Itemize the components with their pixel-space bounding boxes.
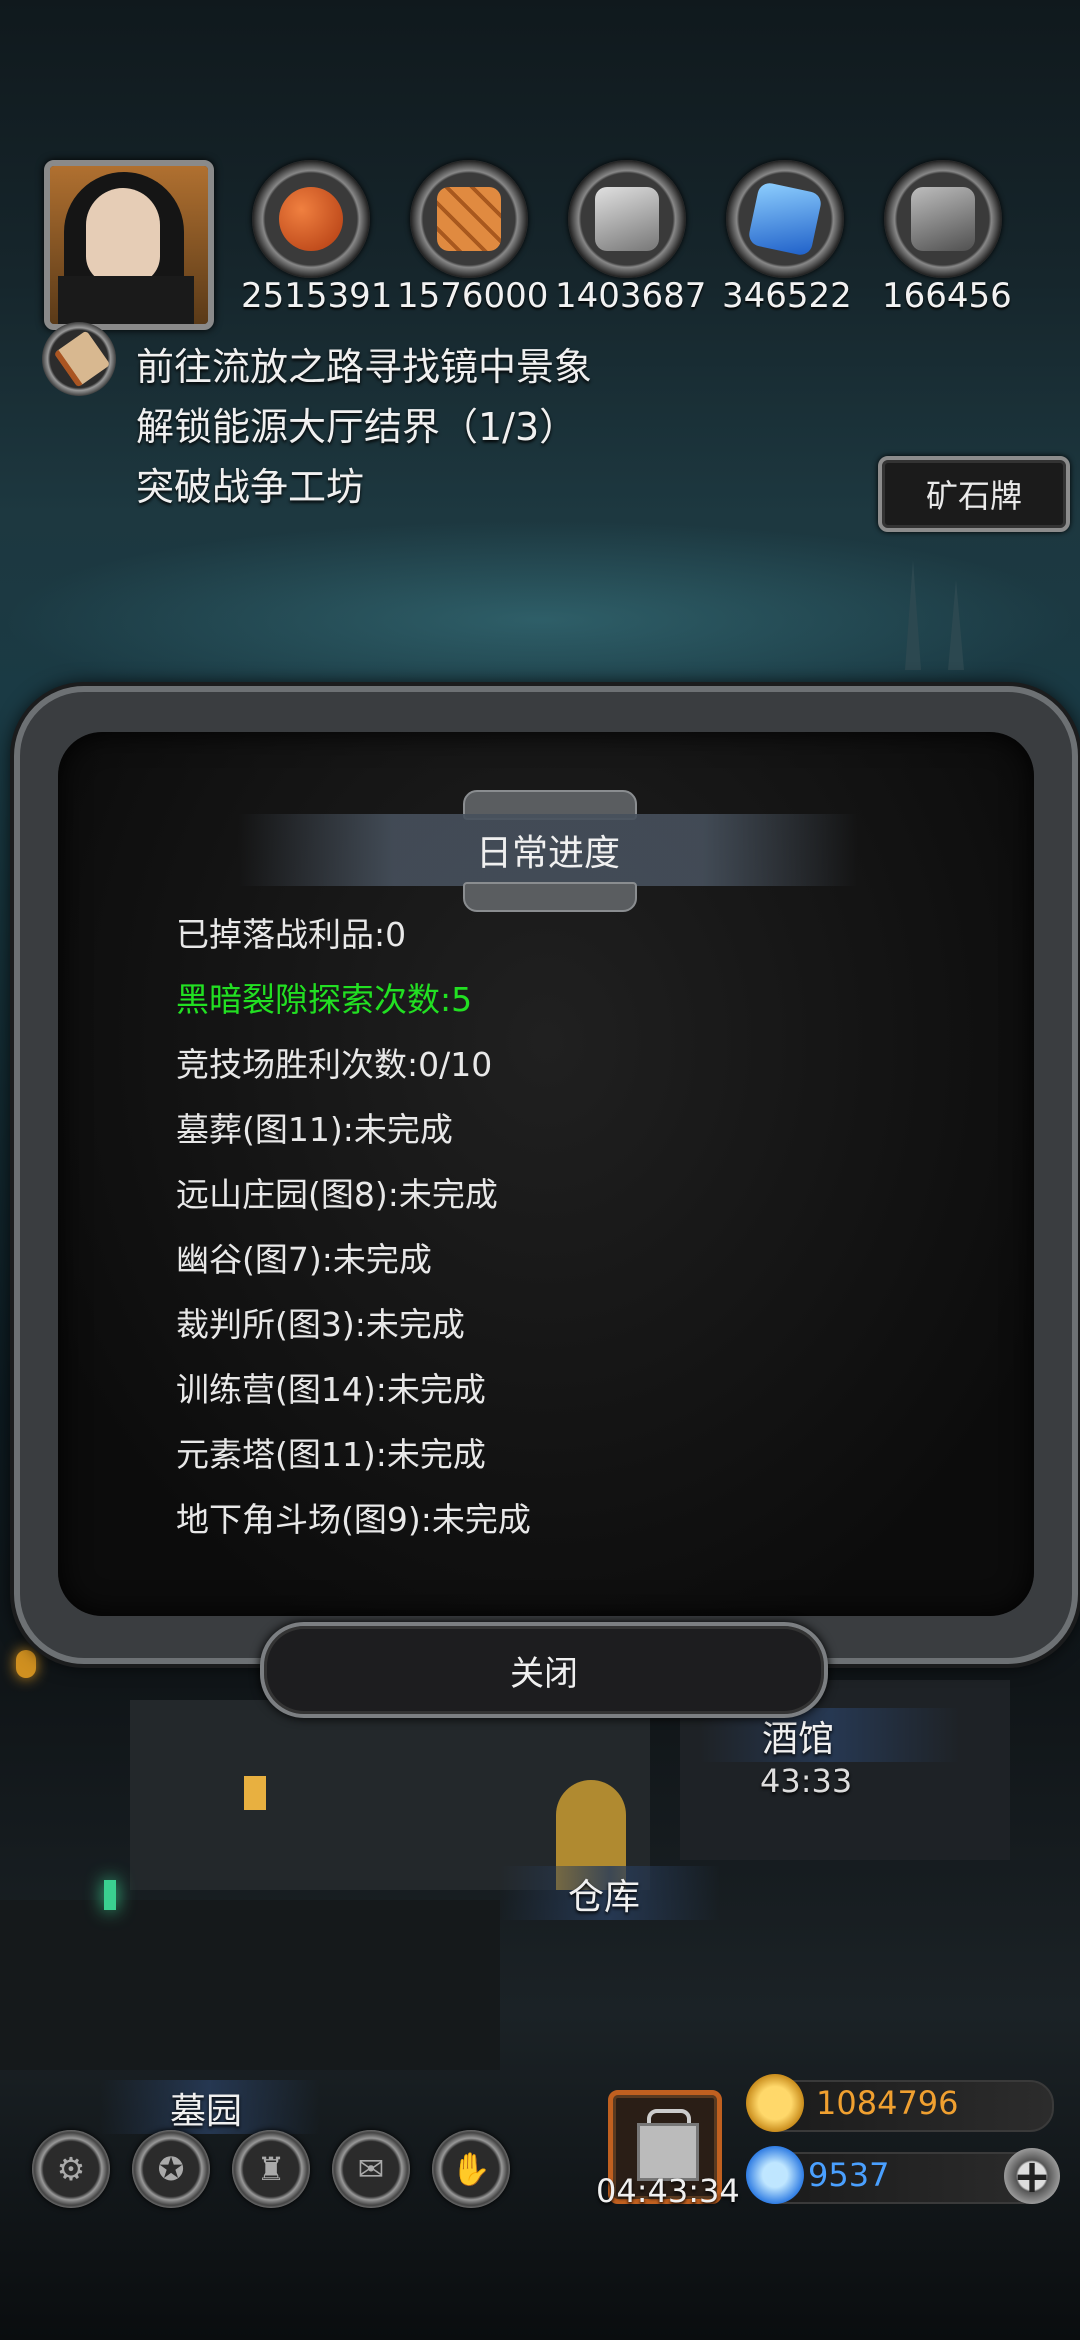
ore-token-button[interactable]: 矿石牌 [878,456,1070,532]
list-item: 幽谷(图7):未完成 [176,1240,432,1279]
lantern [16,1650,36,1678]
close-button[interactable]: 关闭 [260,1622,828,1718]
list-item: 远山庄园(图8):未完成 [176,1175,498,1214]
stone-value: 166456 [882,276,1012,316]
iron-icon[interactable] [568,160,686,278]
graveyard-lamp [104,1880,116,1910]
list-item: 已掉落战利品:0 [176,915,407,954]
quest-scroll-icon[interactable] [42,322,116,396]
list-item: 元素塔(图11):未完成 [176,1435,486,1474]
player-avatar[interactable] [44,160,214,330]
quest-line-1[interactable]: 前往流放之路寻找镜中景象 [136,336,592,391]
list-item: 训练营(图14):未完成 [176,1370,486,1409]
gift-timer: 04:43:34 [596,2172,740,2210]
progress-list[interactable]: 已掉落战利品:0 黑暗裂隙探索次数:5 竞技场胜利次数:0/10 墓葬(图11)… [176,902,936,1582]
dialog-panel: 日常进度 已掉落战利品:0 黑暗裂隙探索次数:5 竞技场胜利次数:0/10 墓葬… [58,732,1034,1616]
gold-value: 1084796 [816,2084,959,2122]
castle-spire [948,580,964,670]
handshake-icon[interactable]: ✋ [432,2130,510,2208]
list-item: 地下角斗场(图9):未完成 [176,1500,531,1539]
castle-spire [905,560,921,670]
wood-icon[interactable] [410,160,528,278]
list-item: 裁判所(图3):未完成 [176,1305,465,1344]
castle-icon[interactable]: ♜ [232,2130,310,2208]
quest-line-3[interactable]: 突破战争工坊 [136,456,364,511]
graveyard-ground[interactable] [0,1900,500,2070]
graveyard-label[interactable]: 墓园 [170,2082,242,2134]
tavern-timer: 43:33 [760,1762,853,1800]
gem-value: 9537 [808,2156,890,2194]
list-item: 墓葬(图11):未完成 [176,1110,453,1149]
add-gems-button[interactable]: + [1004,2148,1060,2204]
list-item: 竞技场胜利次数:0/10 [176,1045,493,1084]
meat-icon[interactable] [252,160,370,278]
wood-value: 1576000 [397,276,549,316]
crystal-value: 346522 [722,276,852,316]
lit-window [244,1776,266,1810]
settings-icon[interactable]: ⚙ [32,2130,110,2208]
list-item: 黑暗裂隙探索次数:5 [176,980,473,1019]
meat-value: 2515391 [241,276,393,316]
gold-coin-icon [746,2074,804,2132]
stone-icon[interactable] [884,160,1002,278]
daily-progress-dialog: 日常进度 已掉落战利品:0 黑暗裂隙探索次数:5 竞技场胜利次数:0/10 墓葬… [14,686,1078,1664]
dialog-title: 日常进度 [475,833,620,874]
mail-icon[interactable]: ✉ [332,2130,410,2208]
dialog-title-bar: 日常进度 [238,814,858,886]
achievement-icon[interactable]: ✪ [132,2130,210,2208]
warehouse-label[interactable]: 仓库 [568,1868,640,1920]
crystal-icon[interactable] [726,160,844,278]
quest-line-2[interactable]: 解锁能源大厅结界（1/3） [136,396,577,451]
iron-value: 1403687 [555,276,707,316]
gem-icon [746,2146,804,2204]
